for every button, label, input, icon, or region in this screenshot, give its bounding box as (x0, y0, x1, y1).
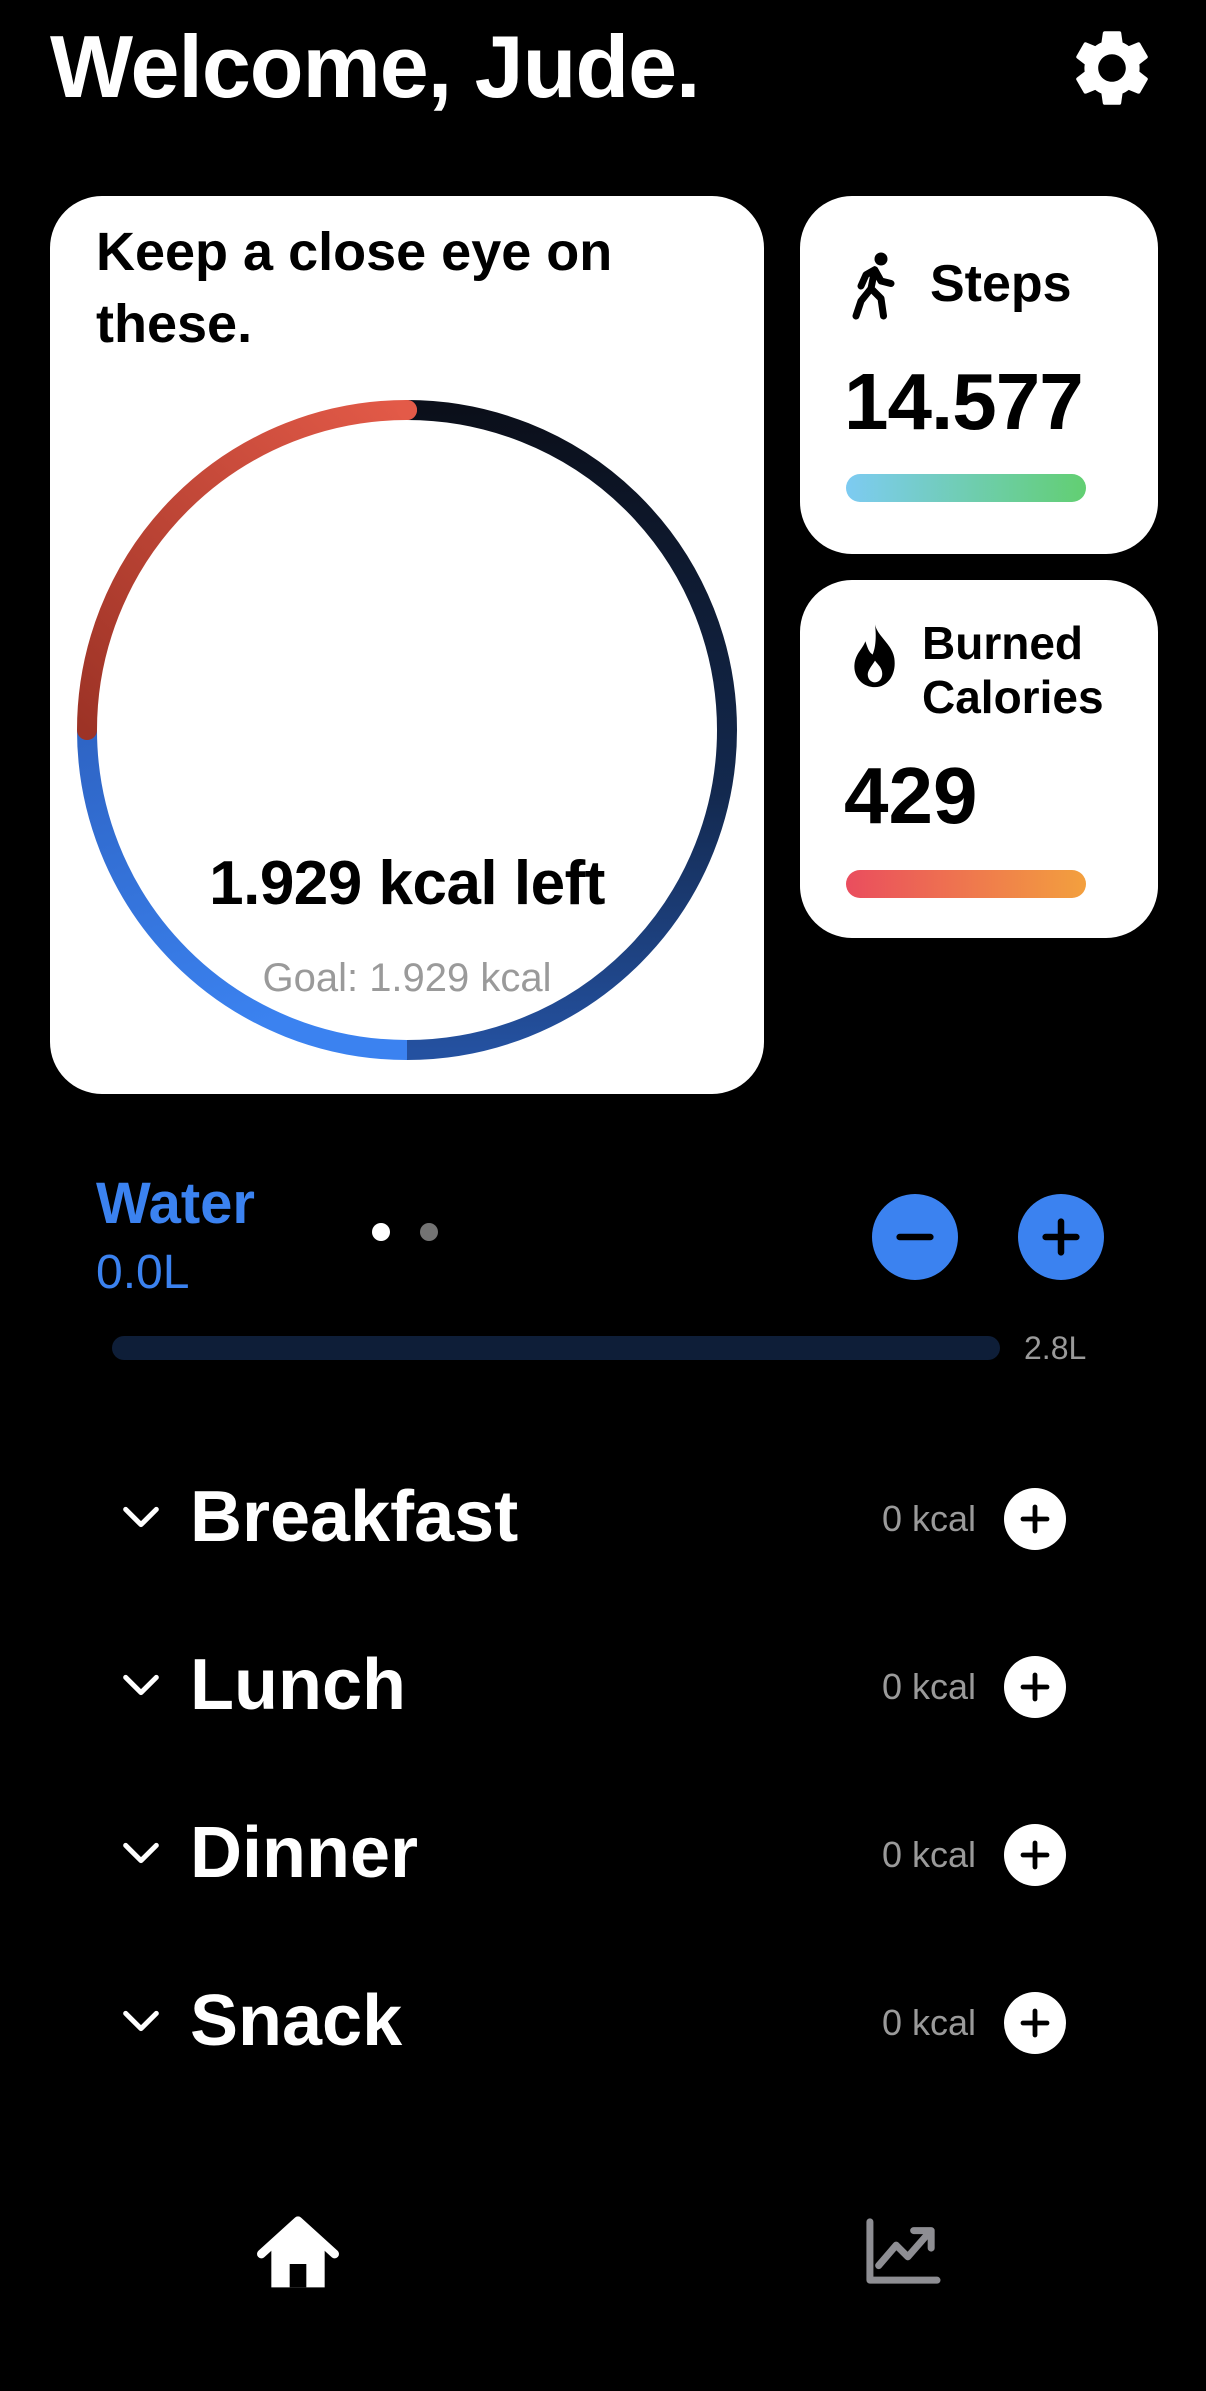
meal-name: Breakfast (190, 1477, 519, 1557)
burned-calories-title-line2: Calories (922, 671, 1104, 723)
meal-row-snack[interactable]: Snack 0 kcal (0, 1966, 1206, 2076)
water-title: Water (96, 1171, 255, 1236)
burned-calories-value: 429 (844, 751, 978, 840)
burned-calories-card[interactable]: Burned Calories 429 (800, 580, 1158, 938)
plus-icon (1020, 1504, 1050, 1534)
meal-row-dinner[interactable]: Dinner 0 kcal (0, 1798, 1206, 1908)
steps-card[interactable]: Steps 14.577 (800, 196, 1158, 554)
gear-icon (1076, 31, 1148, 105)
page-title: Welcome, Jude. (50, 17, 700, 116)
water-progress-bar (112, 1336, 1000, 1360)
plus-icon (1042, 1218, 1080, 1256)
ring-progress-red (77, 400, 417, 740)
chevron-down-icon[interactable] (118, 1830, 164, 1876)
chevron-down-icon[interactable] (118, 1662, 164, 1708)
steps-title: Steps (930, 255, 1072, 313)
meal-row-breakfast[interactable]: Breakfast 0 kcal (0, 1462, 1206, 1572)
minus-icon (896, 1233, 934, 1241)
ring-track (406, 400, 737, 1060)
steps-bar (846, 474, 1086, 502)
water-decrease-button[interactable] (872, 1194, 958, 1280)
burned-calories-bar (846, 870, 1086, 898)
home-icon (257, 2216, 339, 2288)
water-goal-label: 2.8L (1024, 1330, 1087, 1366)
meal-name: Lunch (190, 1645, 406, 1725)
steps-value: 14.577 (844, 357, 1084, 446)
plus-icon (1020, 2008, 1050, 2038)
meal-name: Dinner (190, 1813, 419, 1893)
meal-kcal: 0 kcal (881, 1834, 976, 1875)
summary-card-title: Keep a close eye on these. (96, 222, 613, 354)
home-screen: Welcome, Jude. Keep a close eye on these… (0, 0, 1206, 2391)
tab-statistics[interactable] (862, 2216, 942, 2291)
meal-kcal: 0 kcal (881, 1498, 976, 1539)
burned-calories-title-line1: Burned (922, 617, 1083, 669)
tab-home[interactable] (254, 2214, 342, 2299)
settings-button[interactable] (1062, 18, 1162, 118)
flame-icon (854, 624, 895, 688)
plus-icon (1020, 1840, 1050, 1870)
walking-icon (852, 252, 895, 320)
water-amount: 0.0L (96, 1246, 190, 1299)
page-indicator[interactable] (372, 1223, 438, 1241)
kcal-left-label: 1.929 kcal left (209, 849, 605, 918)
calorie-summary-card[interactable]: Keep a close eye on these. 1.929 kcal le… (50, 196, 764, 1241)
add-lunch-button[interactable] (1004, 1656, 1066, 1718)
meal-row-lunch[interactable]: Lunch 0 kcal (0, 1630, 1206, 1740)
page-dot-1[interactable] (372, 1223, 390, 1241)
water-increase-button[interactable] (1018, 1194, 1104, 1280)
add-dinner-button[interactable] (1004, 1824, 1066, 1886)
add-snack-button[interactable] (1004, 1992, 1066, 2054)
meal-name: Snack (190, 1981, 403, 2061)
chart-icon (866, 2218, 941, 2284)
meal-kcal: 0 kcal (881, 2002, 976, 2043)
chevron-down-icon[interactable] (118, 1998, 164, 2044)
meal-kcal: 0 kcal (881, 1666, 976, 1707)
kcal-goal-label: Goal: 1.929 kcal (262, 956, 552, 1000)
burned-calories-title: Burned Calories (922, 616, 1104, 724)
add-breakfast-button[interactable] (1004, 1488, 1066, 1550)
page-dot-2[interactable] (420, 1223, 438, 1241)
plus-icon (1020, 1672, 1050, 1702)
chevron-down-icon[interactable] (118, 1494, 164, 1540)
